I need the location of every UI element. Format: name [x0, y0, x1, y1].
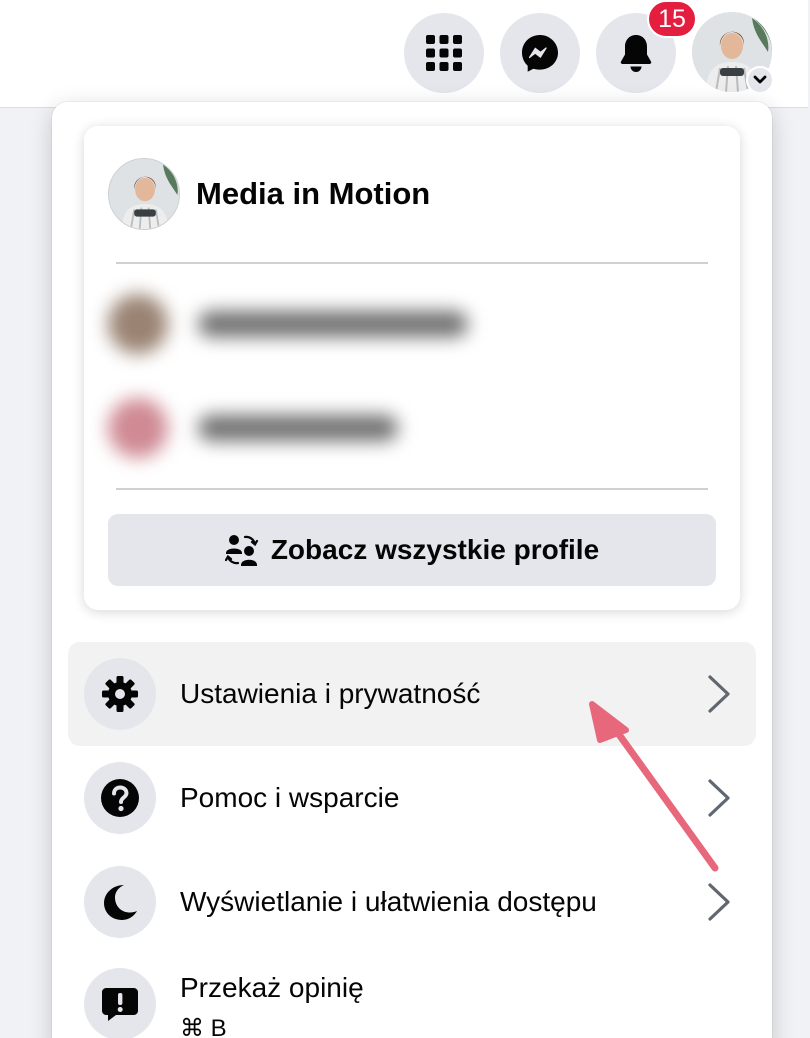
top-navigation-bar: 15 [0, 0, 808, 108]
menu-icon-circle [84, 658, 156, 730]
blurred-name [198, 311, 468, 337]
menu-icon-circle [84, 866, 156, 938]
bell-icon [620, 35, 652, 72]
account-menu-toggle[interactable] [746, 66, 774, 94]
question-icon [101, 779, 139, 817]
menu-icon-circle [84, 762, 156, 834]
menu-icon-circle [84, 968, 156, 1038]
profile-avatar [108, 158, 180, 230]
see-all-profiles-label: Zobacz wszystkie profile [270, 534, 600, 565]
blurred-avatar [108, 294, 168, 354]
chevron-right-icon [708, 883, 730, 921]
menu-button[interactable] [404, 13, 484, 93]
blurred-avatar [108, 398, 168, 458]
blurred-name [198, 415, 398, 441]
grid-menu-icon [426, 35, 462, 71]
menu-item-label: Pomoc i wsparcie [180, 782, 400, 813]
chevron-right-icon [708, 675, 730, 713]
messenger-button[interactable] [500, 13, 580, 93]
keyboard-shortcut: ⌘ B [180, 1015, 227, 1038]
messenger-icon [522, 35, 558, 72]
menu-item-label: Ustawienia i prywatność [180, 678, 481, 709]
blurred-profile-item[interactable] [108, 294, 468, 354]
notification-count-badge: 15 [647, 0, 697, 38]
see-all-profiles-button[interactable]: Zobacz wszystkie profile [108, 514, 716, 586]
account-dropdown-menu: Media in Motion Zobacz wszystkie profile [52, 102, 772, 1038]
switch-profiles-icon [224, 535, 258, 566]
profile-name: Media in Motion [196, 176, 431, 211]
profile-card: Media in Motion Zobacz wszystkie profile [84, 126, 740, 610]
menu-item-display-accessibility[interactable]: Wyświetlanie i ułatwienia dostępu [68, 850, 756, 954]
moon-icon [104, 885, 137, 920]
chevron-down-icon [753, 75, 767, 84]
menu-item-settings-privacy[interactable]: Ustawienia i prywatność [68, 642, 756, 746]
current-profile[interactable]: Media in Motion [108, 158, 430, 230]
chevron-right-icon [708, 779, 730, 817]
gear-icon [102, 676, 138, 712]
menu-item-give-feedback[interactable]: Przekaż opinię ⌘ B [68, 954, 756, 1038]
divider [116, 262, 708, 264]
blurred-profile-item[interactable] [108, 398, 398, 458]
menu-item-label: Przekaż opinię [180, 972, 364, 1003]
feedback-icon [102, 988, 138, 1021]
menu-item-help-support[interactable]: Pomoc i wsparcie [68, 746, 756, 850]
divider [116, 488, 708, 490]
menu-item-label: Wyświetlanie i ułatwienia dostępu [180, 886, 597, 917]
